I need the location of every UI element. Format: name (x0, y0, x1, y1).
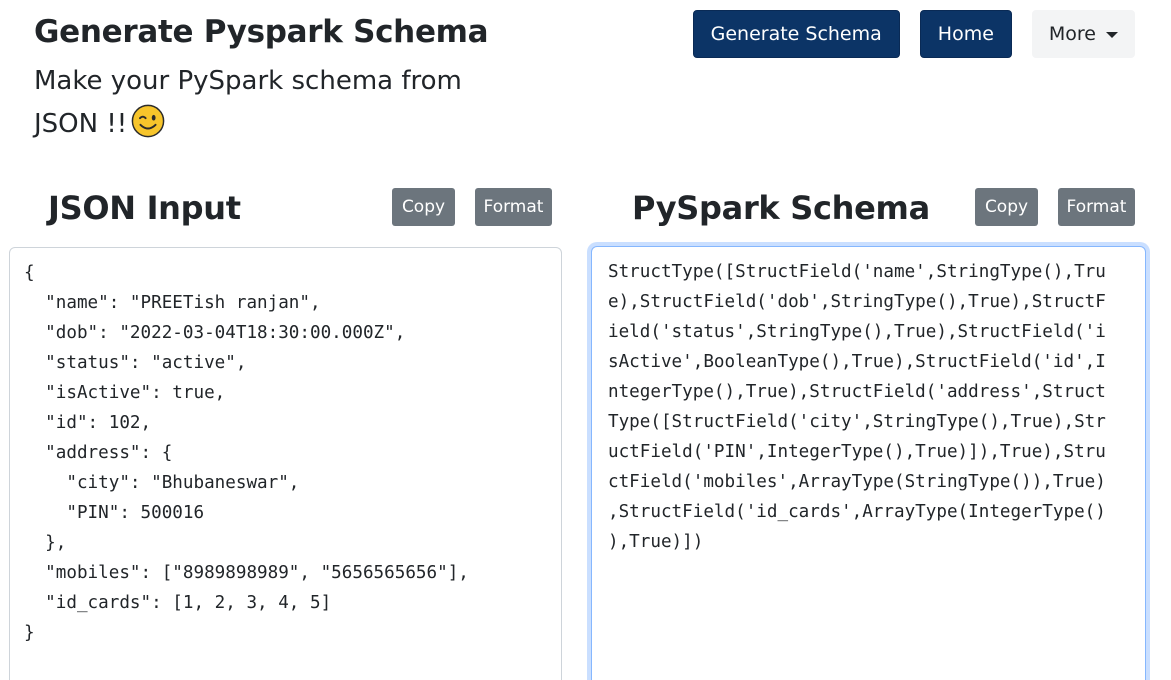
json-format-button[interactable]: Format (475, 188, 552, 226)
page-title: Generate Pyspark Schema (34, 14, 489, 50)
generate-schema-button[interactable]: Generate Schema (692, 10, 900, 58)
more-label: More (1048, 23, 1096, 45)
subtitle-text: Make your PySpark schema from JSON !! (34, 66, 462, 139)
winking-face-icon (131, 104, 165, 138)
schema-format-button[interactable]: Format (1058, 188, 1135, 226)
page-subtitle: Make your PySpark schema from JSON !! (34, 60, 474, 146)
json-input-textarea[interactable]: { "name": "PREETish ranjan", "dob": "202… (9, 247, 562, 680)
page-header: Generate Pyspark Schema Make your PySpar… (34, 12, 494, 146)
schema-copy-button[interactable]: Copy (975, 188, 1038, 226)
json-input-title: JSON Input (48, 189, 241, 227)
pyspark-schema-output[interactable]: StructType([StructField('name',StringTyp… (591, 246, 1146, 680)
caret-down-icon (1106, 32, 1118, 38)
pyspark-schema-title: PySpark Schema (632, 189, 930, 227)
more-dropdown-button[interactable]: More (1031, 10, 1135, 58)
json-copy-button[interactable]: Copy (392, 188, 455, 226)
top-nav: Generate Schema Home More (692, 10, 1135, 58)
home-button[interactable]: Home (919, 10, 1012, 58)
